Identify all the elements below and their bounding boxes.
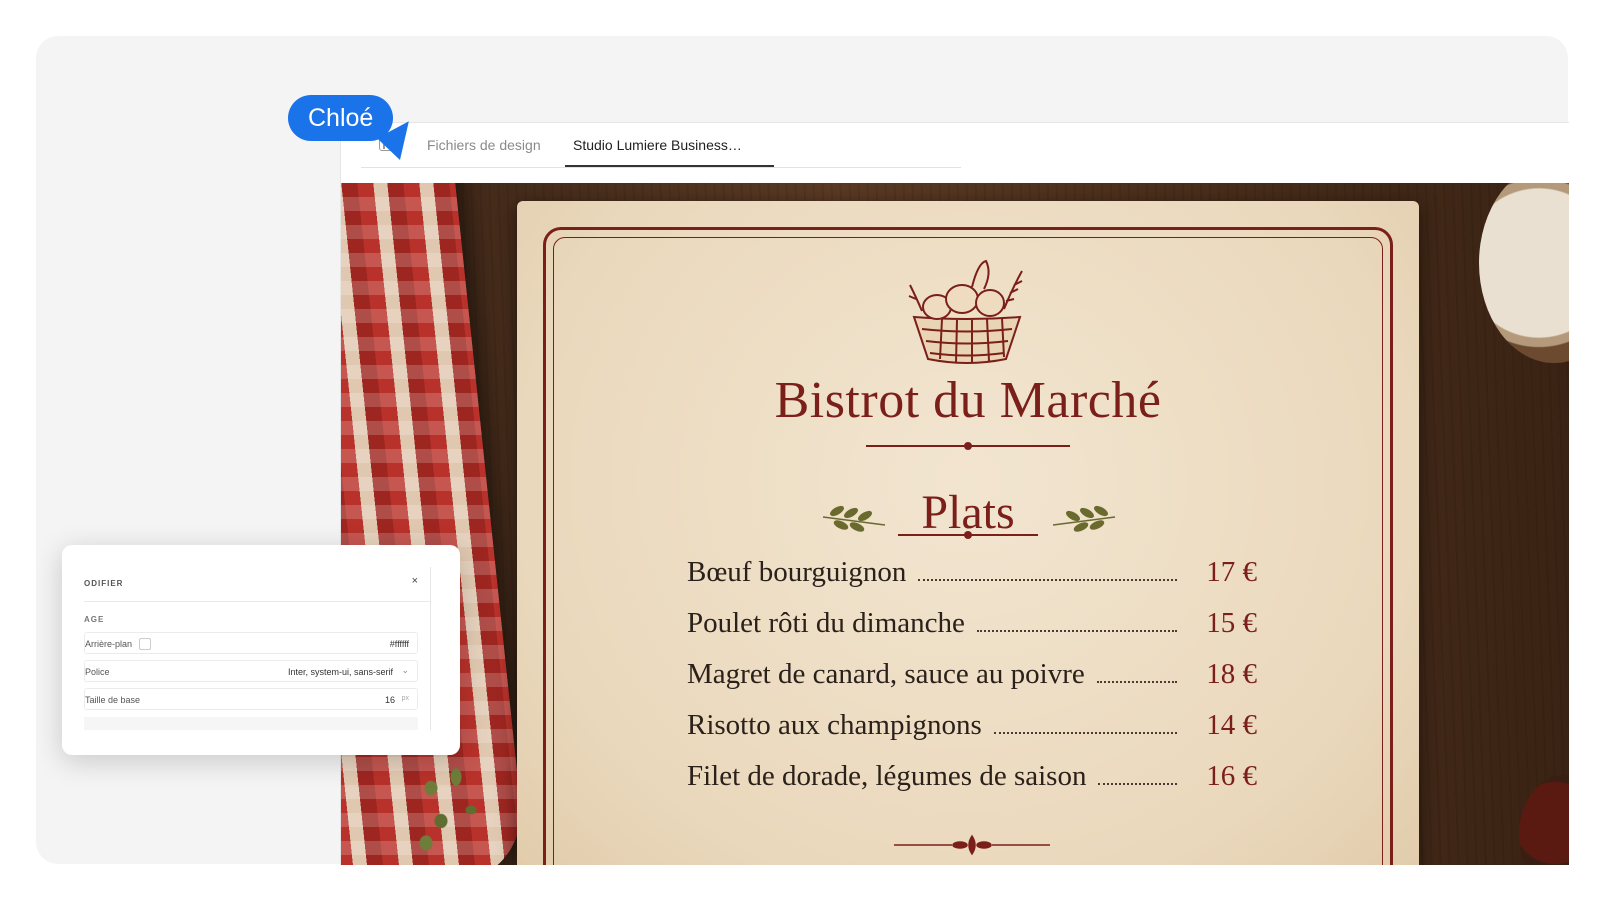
field-value[interactable]: #ffffff — [390, 639, 409, 649]
base-size-field[interactable]: Taille de base 16 px — [84, 688, 418, 710]
dish-leader — [1098, 765, 1177, 785]
dish-name: Magret de canard, sauce au poivre — [687, 658, 1085, 690]
chevron-down-icon[interactable]: ⌄ — [401, 665, 409, 676]
bread-basket-icon — [908, 259, 1023, 364]
dish-leader — [976, 612, 1177, 632]
tab-studio-lumiere[interactable]: Studio Lumiere Business… — [565, 123, 774, 167]
dish-item[interactable]: Risotto aux champignons 14 € — [687, 709, 1257, 760]
dish-leader — [1096, 663, 1177, 683]
herb-sprig — [401, 755, 501, 865]
field-label: Taille de base — [85, 695, 141, 705]
flourish-ornament-icon — [894, 834, 1050, 856]
panel-header: ODIFIER × — [84, 567, 430, 602]
title-divider — [866, 442, 1070, 450]
background-field[interactable]: Arrière-plan #ffffff — [84, 632, 418, 654]
dish-list: Bœuf bourguignon 17 € Poulet rôti du dim… — [687, 556, 1257, 811]
restaurant-name[interactable]: Bistrot du Marché — [517, 371, 1419, 430]
dish-name: Poulet rôti du dimanche — [687, 607, 965, 639]
color-swatch[interactable] — [139, 638, 151, 650]
dish-price: 14 € — [1206, 709, 1257, 741]
design-window: Fichiers de design Studio Lumiere Busine… — [340, 122, 1569, 865]
dish-price: 16 € — [1206, 760, 1257, 792]
dish-name: Bœuf bourguignon — [687, 556, 907, 588]
field-value[interactable]: 16 — [385, 695, 395, 705]
dish-item[interactable]: Bœuf bourguignon 17 € — [687, 556, 1257, 607]
dish-price: 17 € — [1206, 556, 1257, 588]
dish-name: Filet de dorade, légumes de saison — [687, 760, 1087, 792]
menu-card[interactable]: Bistrot du Marché Plats Bœuf bourguignon… — [517, 201, 1419, 865]
dish-price: 18 € — [1206, 658, 1257, 690]
plate — [1479, 183, 1569, 363]
design-canvas[interactable]: Bistrot du Marché Plats Bœuf bourguignon… — [341, 183, 1569, 865]
unit-label: px — [401, 695, 409, 702]
section-divider — [898, 531, 1038, 539]
font-field[interactable]: Police Inter, system-ui, sans-serif ⌄ — [84, 660, 418, 682]
wine-cup — [1519, 775, 1569, 865]
tab-bar: Fichiers de design Studio Lumiere Busine… — [361, 123, 961, 168]
dish-item[interactable]: Filet de dorade, légumes de saison 16 € — [687, 760, 1257, 811]
dish-leader — [993, 714, 1177, 734]
field-label: Arrière-plan — [85, 639, 133, 649]
field-label: Police — [85, 667, 110, 677]
right-olive-branch-icon — [1052, 505, 1116, 532]
dish-item[interactable]: Poulet rôti du dimanche 15 € — [687, 607, 1257, 658]
panel-title: ODIFIER — [84, 579, 124, 588]
panel-footer — [84, 717, 418, 730]
dish-item[interactable]: Magret de canard, sauce au poivre 18 € — [687, 658, 1257, 709]
tab-design-files[interactable]: Fichiers de design — [427, 123, 541, 167]
close-icon[interactable]: × — [412, 575, 418, 587]
panel-section-title: AGE — [84, 615, 105, 624]
dish-price: 15 € — [1206, 607, 1257, 639]
field-value[interactable]: Inter, system-ui, sans-serif — [288, 667, 393, 677]
panel-content: ODIFIER × AGE Arrière-plan #ffffff Polic… — [84, 567, 431, 730]
dish-name: Risotto aux champignons — [687, 709, 982, 741]
modifier-panel: ODIFIER × AGE Arrière-plan #ffffff Polic… — [62, 545, 460, 755]
dish-leader — [918, 561, 1177, 581]
divider-dot — [964, 531, 972, 539]
divider-dot — [964, 442, 972, 450]
collaborator-cursor-label: Chloé — [288, 95, 394, 141]
